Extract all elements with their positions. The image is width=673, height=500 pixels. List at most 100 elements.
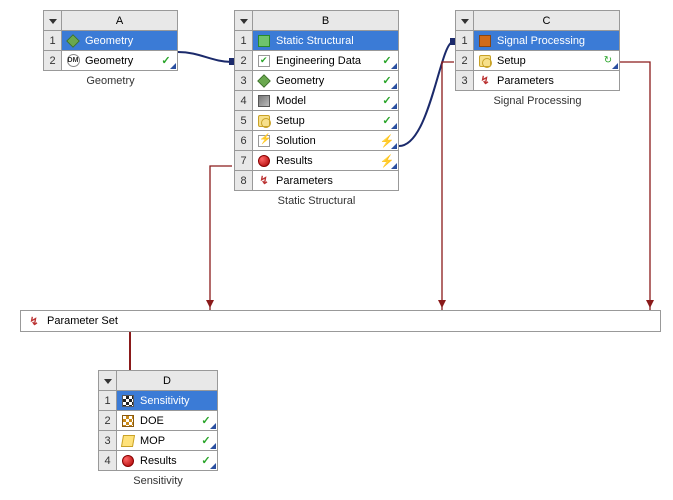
cell-label: Setup bbox=[497, 55, 596, 67]
row-number: 7 bbox=[235, 151, 253, 171]
cell-results[interactable]: Results ⚡ bbox=[253, 151, 399, 171]
dropdown-b[interactable] bbox=[235, 11, 253, 31]
system-caption: Static Structural bbox=[234, 195, 399, 207]
row-number: 1 bbox=[456, 31, 474, 51]
cell-solution[interactable]: Solution ⚡ bbox=[253, 131, 399, 151]
system-title-cell[interactable]: Sensitivity bbox=[117, 391, 218, 411]
row-number: 4 bbox=[235, 91, 253, 111]
cell-label: DOE bbox=[140, 415, 194, 427]
parameters-icon: ↯ bbox=[257, 174, 271, 188]
mop-icon bbox=[121, 434, 135, 448]
row-number: 3 bbox=[456, 71, 474, 91]
sensitivity-icon bbox=[121, 394, 135, 408]
engineering-data-icon bbox=[257, 54, 271, 68]
system-signal-processing[interactable]: C 1 Signal Processing 2 Setup ↻ 3 ↯ Para… bbox=[455, 10, 620, 107]
chevron-down-icon bbox=[461, 19, 469, 24]
cell-geometry[interactable]: Geometry ✓ bbox=[253, 71, 399, 91]
system-title: Signal Processing bbox=[497, 35, 615, 47]
row-number: 1 bbox=[99, 391, 117, 411]
cell-parameters[interactable]: ↯ Parameters bbox=[253, 171, 399, 191]
parameters-icon: ↯ bbox=[478, 74, 492, 88]
system-title: Sensitivity bbox=[140, 395, 213, 407]
parameter-set-label: Parameter Set bbox=[47, 315, 118, 327]
corner-icon bbox=[391, 63, 397, 69]
cell-parameters[interactable]: ↯ Parameters bbox=[474, 71, 620, 91]
cell-results[interactable]: Results ✓ bbox=[117, 451, 218, 471]
designmodeler-icon: DM bbox=[66, 54, 80, 68]
results-icon bbox=[121, 454, 135, 468]
corner-icon bbox=[391, 103, 397, 109]
parameters-icon: ↯ bbox=[27, 314, 41, 328]
cell-label: Engineering Data bbox=[276, 55, 375, 67]
cell-geometry[interactable]: DM Geometry ✓ bbox=[62, 51, 178, 71]
geometry-icon bbox=[257, 74, 271, 88]
column-letter: B bbox=[253, 11, 399, 31]
cell-label: Solution bbox=[276, 135, 375, 147]
cell-setup[interactable]: Setup ↻ bbox=[474, 51, 620, 71]
dropdown-c[interactable] bbox=[456, 11, 474, 31]
system-title: Static Structural bbox=[276, 35, 394, 47]
cell-label: Geometry bbox=[276, 75, 375, 87]
setup-icon bbox=[257, 114, 271, 128]
chevron-down-icon bbox=[49, 19, 57, 24]
corner-icon bbox=[170, 63, 176, 69]
row-number: 3 bbox=[235, 71, 253, 91]
cell-doe[interactable]: DOE ✓ bbox=[117, 411, 218, 431]
chevron-down-icon bbox=[104, 379, 112, 384]
corner-icon bbox=[391, 163, 397, 169]
corner-icon bbox=[210, 423, 216, 429]
solution-icon bbox=[257, 134, 271, 148]
system-geometry[interactable]: A 1 Geometry 2 DM Geometry ✓ Geome bbox=[43, 10, 178, 87]
cell-label: Parameters bbox=[276, 175, 394, 187]
parameter-set-bar[interactable]: ↯ Parameter Set bbox=[20, 310, 661, 332]
system-sensitivity[interactable]: D 1 Sensitivity 2 DOE ✓ 3 MOP ✓ 4 bbox=[98, 370, 218, 487]
system-title-cell[interactable]: Geometry bbox=[62, 31, 178, 51]
cell-label: Model bbox=[276, 95, 375, 107]
corner-icon bbox=[612, 63, 618, 69]
system-title-cell[interactable]: Signal Processing bbox=[474, 31, 620, 51]
row-number: 6 bbox=[235, 131, 253, 151]
row-number: 1 bbox=[44, 31, 62, 51]
system-caption: Signal Processing bbox=[455, 95, 620, 107]
corner-icon bbox=[210, 443, 216, 449]
row-number: 2 bbox=[456, 51, 474, 71]
system-caption: Sensitivity bbox=[98, 475, 218, 487]
column-letter: D bbox=[117, 371, 218, 391]
setup-icon bbox=[478, 54, 492, 68]
corner-icon bbox=[391, 143, 397, 149]
cell-label: MOP bbox=[140, 435, 194, 447]
row-number: 5 bbox=[235, 111, 253, 131]
row-number: 4 bbox=[99, 451, 117, 471]
dropdown-d[interactable] bbox=[99, 371, 117, 391]
dropdown-a[interactable] bbox=[44, 11, 62, 31]
doe-icon bbox=[121, 414, 135, 428]
model-icon bbox=[257, 94, 271, 108]
cell-model[interactable]: Model ✓ bbox=[253, 91, 399, 111]
column-letter: C bbox=[474, 11, 620, 31]
cell-mop[interactable]: MOP ✓ bbox=[117, 431, 218, 451]
signal-processing-icon bbox=[478, 34, 492, 48]
cell-setup[interactable]: Setup ✓ bbox=[253, 111, 399, 131]
corner-icon bbox=[391, 123, 397, 129]
chevron-down-icon bbox=[240, 19, 248, 24]
system-caption: Geometry bbox=[43, 75, 178, 87]
system-title: Geometry bbox=[85, 35, 173, 47]
row-number: 2 bbox=[44, 51, 62, 71]
system-static-structural[interactable]: B 1 Static Structural 2 Engineering Data… bbox=[234, 10, 399, 207]
corner-icon bbox=[210, 463, 216, 469]
cell-label: Setup bbox=[276, 115, 375, 127]
system-title-cell[interactable]: Static Structural bbox=[253, 31, 399, 51]
row-number: 8 bbox=[235, 171, 253, 191]
corner-icon bbox=[391, 83, 397, 89]
structural-icon bbox=[257, 34, 271, 48]
row-number: 2 bbox=[99, 411, 117, 431]
cell-label: Geometry bbox=[85, 55, 154, 67]
cell-label: Results bbox=[276, 155, 375, 167]
row-number: 2 bbox=[235, 51, 253, 71]
row-number: 1 bbox=[235, 31, 253, 51]
cell-engineering-data[interactable]: Engineering Data ✓ bbox=[253, 51, 399, 71]
column-letter: A bbox=[62, 11, 178, 31]
results-icon bbox=[257, 154, 271, 168]
cell-label: Parameters bbox=[497, 75, 615, 87]
cell-label: Results bbox=[140, 455, 194, 467]
